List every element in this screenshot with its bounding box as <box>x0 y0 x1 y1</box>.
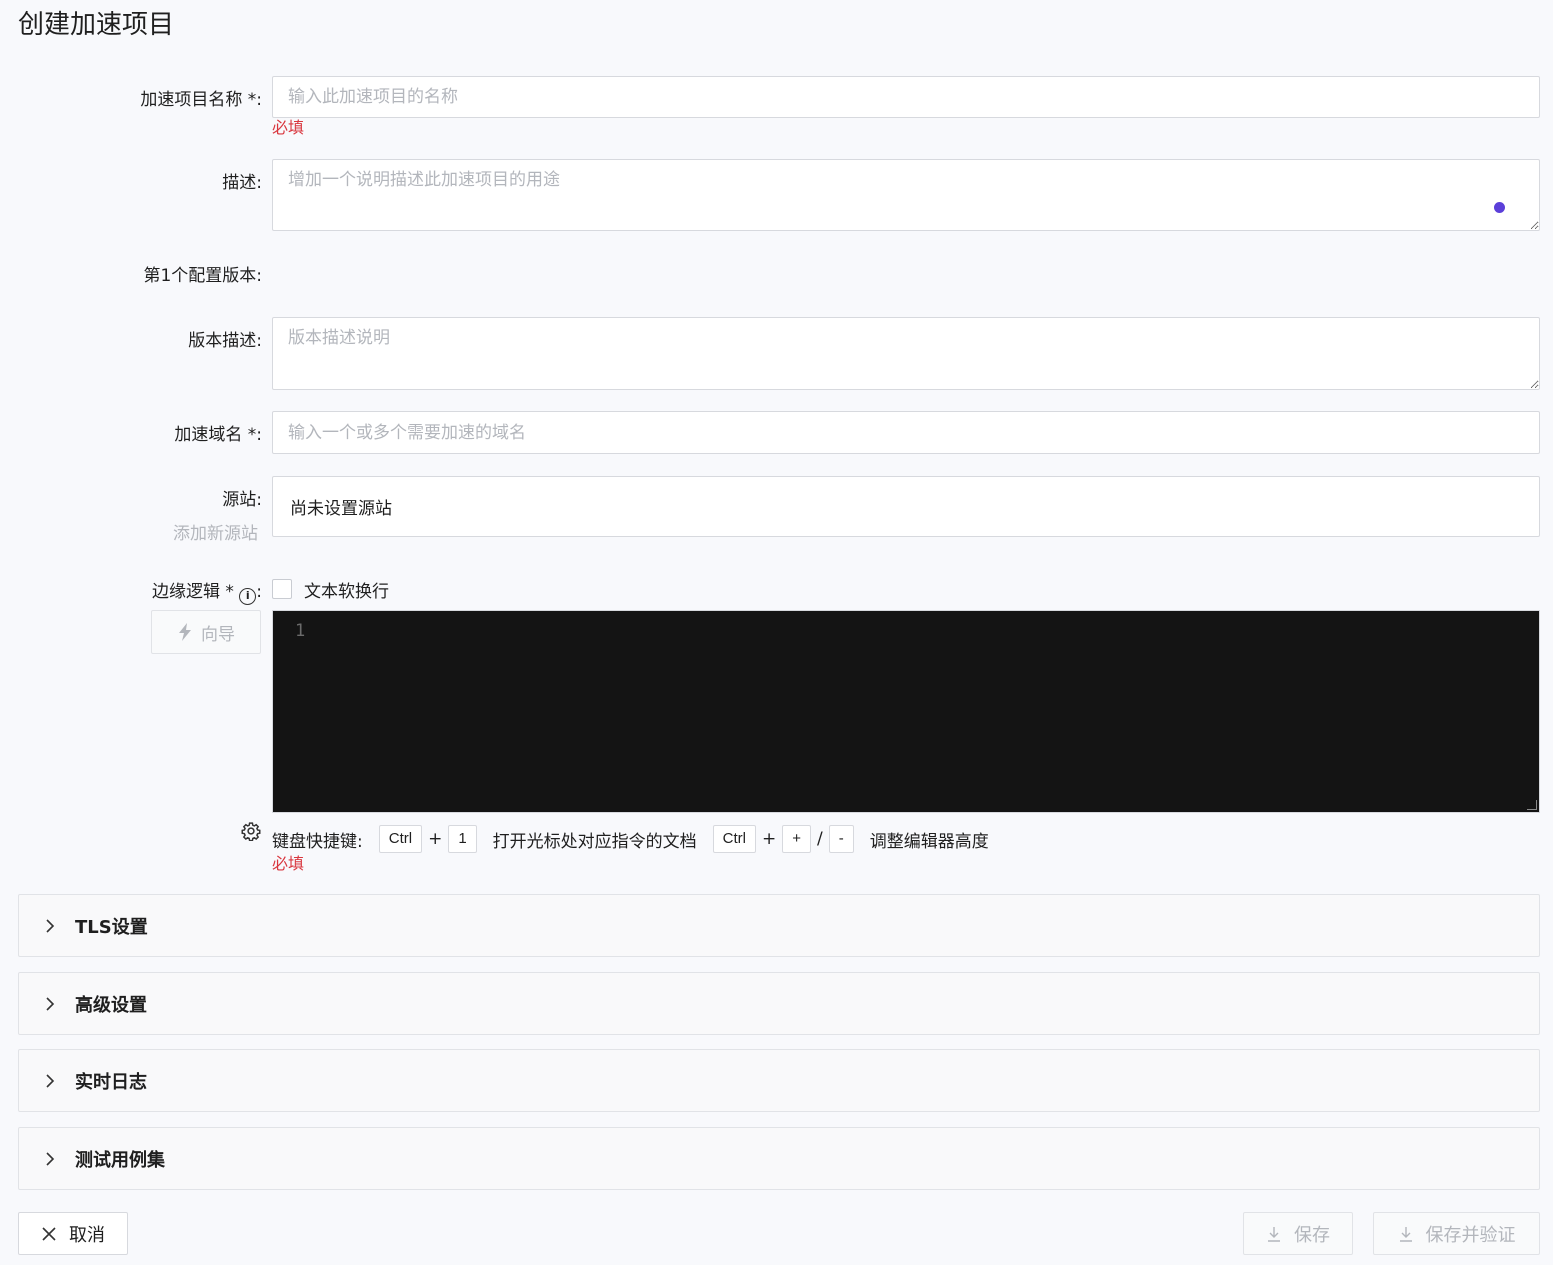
panel-tls-settings[interactable]: TLS设置 <box>18 894 1540 957</box>
chevron-right-icon <box>46 918 55 933</box>
origin-value: 尚未设置源站 <box>290 499 392 519</box>
kbd-ctrl-2: Ctrl <box>712 825 756 853</box>
version-description-label: 版本描述: <box>188 331 262 351</box>
page-title: 创建加速项目 <box>18 10 175 40</box>
edge-logic-label-text: 边缘逻辑 * <box>151 582 234 602</box>
chevron-right-icon <box>46 1151 55 1166</box>
download-icon <box>1268 1226 1280 1242</box>
kbd-minus: - <box>828 825 854 853</box>
shortcut-doc-text: 打开光标处对应指令的文档 <box>492 831 697 852</box>
gear-icon[interactable] <box>241 821 261 841</box>
version-description-input[interactable] <box>272 317 1540 390</box>
name-error: 必填 <box>272 118 305 137</box>
save-and-verify-button[interactable]: 保存并验证 <box>1373 1212 1540 1255</box>
panel-title: 高级设置 <box>75 994 147 1016</box>
panel-advanced-settings[interactable]: 高级设置 <box>18 972 1540 1035</box>
wizard-button-label: 向导 <box>201 624 235 645</box>
code-editor[interactable]: 1 <box>272 610 1540 813</box>
soft-wrap-label[interactable]: 文本软换行 <box>304 577 389 602</box>
kbd-plus-sep-2: + <box>761 829 777 849</box>
download-icon <box>1399 1226 1412 1242</box>
cancel-button-label: 取消 <box>69 1224 105 1246</box>
chevron-right-icon <box>46 996 55 1011</box>
name-label: 加速项目名称 *: <box>140 90 262 110</box>
wizard-button[interactable]: 向导 <box>151 610 261 654</box>
edge-logic-colon: : <box>256 582 262 602</box>
domains-label: 加速域名 *: <box>174 425 262 445</box>
keyboard-shortcuts: 键盘快捷键: Ctrl + 1 打开光标处对应指令的文档 Ctrl + + / … <box>272 825 989 853</box>
origin-label: 源站: <box>222 490 262 510</box>
save-button-label: 保存 <box>1294 1224 1330 1246</box>
description-input[interactable] <box>272 159 1540 231</box>
description-label: 描述: <box>222 173 262 193</box>
shortcut-height-text: 调整编辑器高度 <box>869 831 989 852</box>
info-icon[interactable]: i <box>239 588 257 605</box>
edge-logic-error: 必填 <box>272 854 305 873</box>
shortcuts-prefix: 键盘快捷键: <box>272 831 363 852</box>
cancel-button[interactable]: 取消 <box>18 1212 128 1255</box>
line-number: 1 <box>295 621 306 641</box>
config-version-label: 第1个配置版本: <box>143 266 262 286</box>
kbd-1: 1 <box>448 825 477 853</box>
panel-test-cases[interactable]: 测试用例集 <box>18 1127 1540 1190</box>
assistant-dot-icon <box>1494 202 1505 213</box>
panel-title: TLS设置 <box>75 916 148 938</box>
origin-box: 尚未设置源站 <box>272 476 1540 537</box>
kbd-ctrl: Ctrl <box>378 825 423 853</box>
kbd-plus-sep: + <box>428 829 443 849</box>
edge-logic-label: 边缘逻辑 * i: <box>152 577 262 605</box>
kbd-slash-sep: / <box>817 829 823 849</box>
panel-title: 实时日志 <box>75 1071 147 1093</box>
lightning-icon <box>179 623 191 641</box>
name-input[interactable] <box>272 76 1540 118</box>
chevron-right-icon <box>46 1073 55 1088</box>
panel-title: 测试用例集 <box>75 1149 165 1171</box>
add-origin-link[interactable]: 添加新源站 <box>173 519 258 544</box>
panel-realtime-logs[interactable]: 实时日志 <box>18 1049 1540 1112</box>
close-icon <box>42 1226 56 1241</box>
resize-grip-icon[interactable] <box>1527 800 1537 810</box>
save-and-verify-button-label: 保存并验证 <box>1425 1224 1516 1246</box>
save-button[interactable]: 保存 <box>1243 1212 1353 1255</box>
kbd-plus: + <box>782 825 811 853</box>
soft-wrap-checkbox[interactable] <box>272 579 292 599</box>
domains-input[interactable] <box>272 411 1540 454</box>
